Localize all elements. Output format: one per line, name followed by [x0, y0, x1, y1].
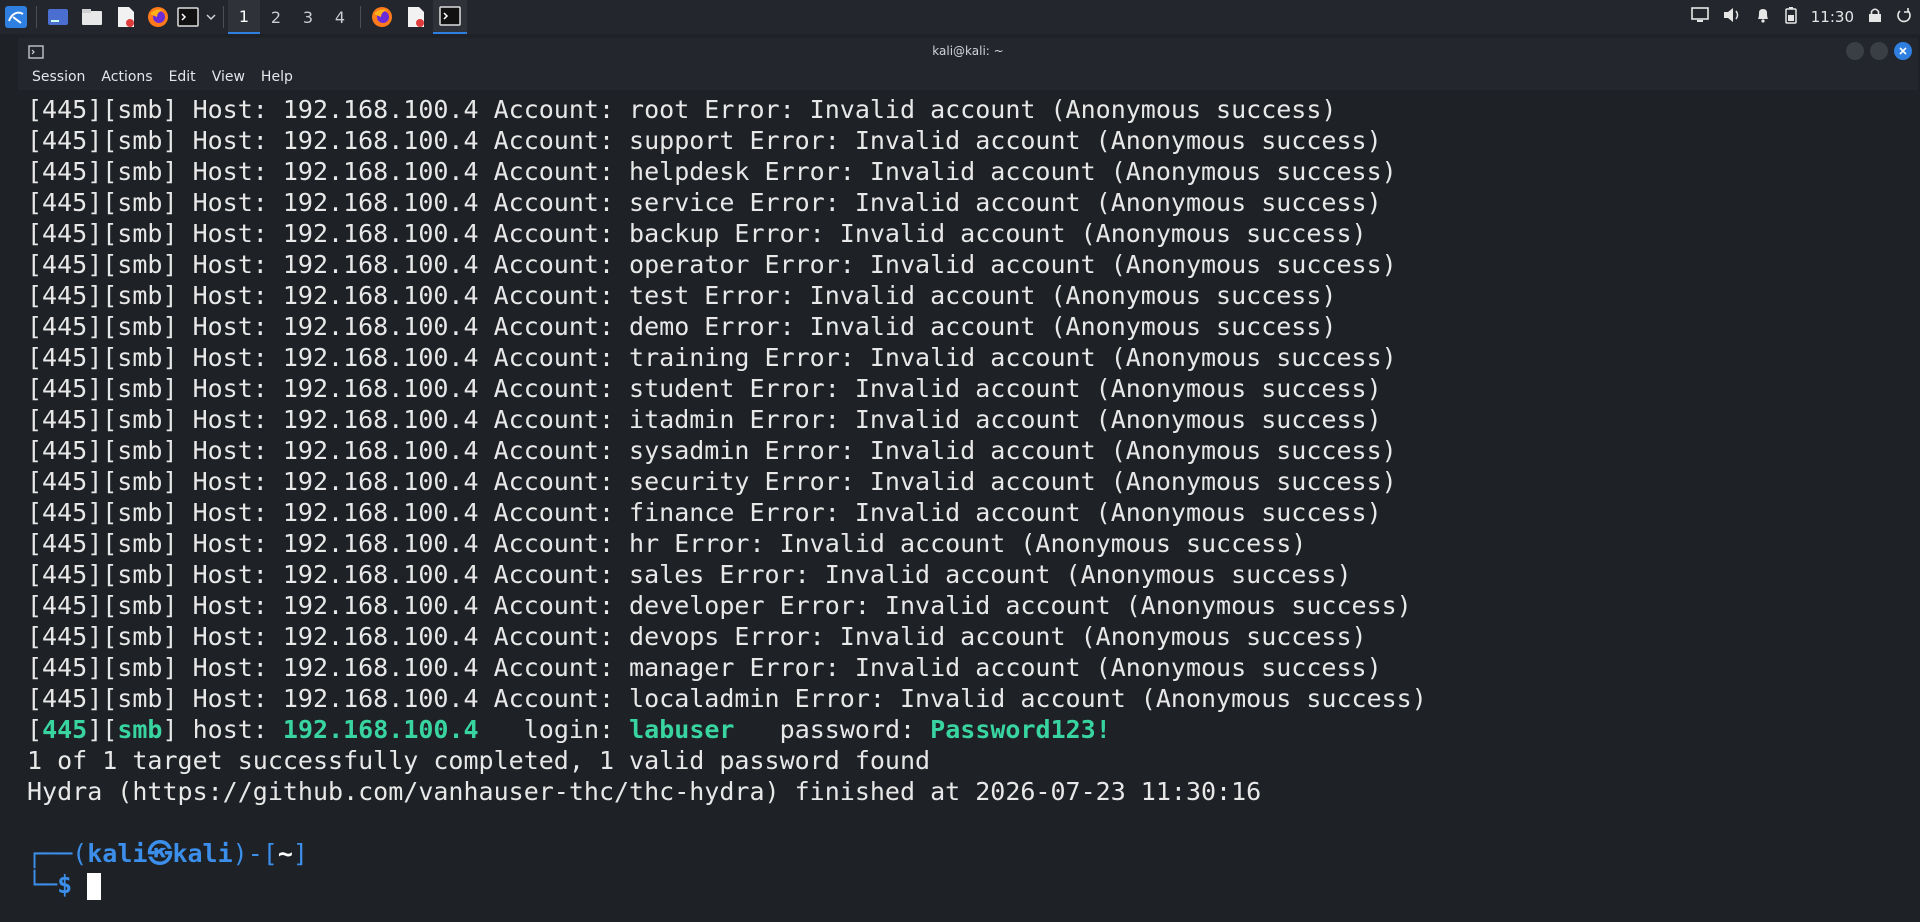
- panel-separator: [223, 6, 224, 28]
- window-titlebar[interactable]: kali@kali: ~: [18, 38, 1918, 64]
- firefox-icon: [372, 7, 392, 27]
- prompt-skull-icon: ㉿: [147, 839, 173, 868]
- terminal-output[interactable]: [445][smb] Host: 192.168.100.4 Account: …: [27, 94, 1907, 914]
- success-host: 192.168.100.4: [282, 715, 479, 744]
- host-label: host:: [192, 715, 268, 744]
- taskbar-firefox[interactable]: [365, 0, 399, 34]
- desktop-icon[interactable]: [41, 0, 75, 34]
- firefox-icon[interactable]: [143, 0, 173, 34]
- output-line: [445][smb] Host: 192.168.100.4 Account: …: [27, 343, 1397, 372]
- kali-menu-icon[interactable]: [0, 0, 32, 34]
- taskbar-terminal[interactable]: [433, 0, 467, 34]
- prompt-line: ┌──(kali㉿kali)-[~]: [27, 839, 308, 868]
- success-service: smb: [117, 715, 163, 744]
- summary-line: 1 of 1 target successfully completed, 1 …: [27, 746, 931, 775]
- output-line: [445][smb] Host: 192.168.100.4 Account: …: [27, 591, 1412, 620]
- output-line: [445][smb] Host: 192.168.100.4 Account: …: [27, 374, 1382, 403]
- text-editor-icon: [408, 7, 424, 27]
- terminal-icon: [28, 44, 44, 63]
- workspace-1[interactable]: 1: [228, 0, 260, 34]
- menu-session[interactable]: Session: [32, 69, 85, 85]
- output-line: [445][smb] Host: 192.168.100.4 Account: …: [27, 157, 1397, 186]
- panel-separator: [360, 6, 361, 28]
- output-line: [445][smb] Host: 192.168.100.4 Account: …: [27, 312, 1337, 341]
- panel-separator: [36, 6, 37, 28]
- system-tray: 11:30: [1690, 0, 1920, 34]
- output-line: [445][smb] Host: 192.168.100.4 Account: …: [27, 498, 1382, 527]
- menu-edit[interactable]: Edit: [169, 69, 196, 85]
- success-password: Password123!: [930, 715, 1111, 744]
- menu-view[interactable]: View: [212, 69, 245, 85]
- workspace-3[interactable]: 3: [292, 0, 324, 34]
- lock-icon[interactable]: [1868, 7, 1882, 27]
- maximize-button[interactable]: [1870, 42, 1888, 60]
- output-line: [445][smb] Host: 192.168.100.4 Account: …: [27, 622, 1367, 651]
- chevron-down-icon[interactable]: [203, 0, 219, 34]
- power-icon[interactable]: [1896, 7, 1912, 27]
- output-line: [445][smb] Host: 192.168.100.4 Account: …: [27, 188, 1382, 217]
- bell-icon[interactable]: [1755, 7, 1771, 27]
- output-line: [445][smb] Host: 192.168.100.4 Account: …: [27, 467, 1397, 496]
- prompt-user: kali: [87, 839, 148, 868]
- clock[interactable]: 11:30: [1811, 8, 1854, 26]
- text-editor-icon[interactable]: [109, 0, 143, 34]
- output-line: [445][smb] Host: 192.168.100.4 Account: …: [27, 684, 1427, 713]
- text-cursor: [87, 872, 102, 900]
- prompt-host: kali: [172, 839, 233, 868]
- output-line: [445][smb] Host: 192.168.100.4 Account: …: [27, 653, 1382, 682]
- window-controls: [1846, 42, 1912, 60]
- minimize-button[interactable]: [1846, 42, 1864, 60]
- success-line: [445][smb] host: 192.168.100.4 login: la…: [27, 715, 1111, 744]
- terminal-window: kali@kali: ~ Session Actions Edit View H…: [18, 38, 1918, 920]
- output-line: [445][smb] Host: 192.168.100.4 Account: …: [27, 405, 1382, 434]
- finished-line: Hydra (https://github.com/vanhauser-thc/…: [27, 777, 1262, 806]
- volume-icon[interactable]: [1723, 7, 1741, 27]
- close-icon: [1899, 47, 1907, 55]
- taskbar-text-editor[interactable]: [399, 0, 433, 34]
- battery-icon[interactable]: [1785, 6, 1797, 28]
- terminal-icon[interactable]: [173, 0, 203, 34]
- output-line: [445][smb] Host: 192.168.100.4 Account: …: [27, 126, 1382, 155]
- menu-help[interactable]: Help: [261, 69, 293, 85]
- output-line: [445][smb] Host: 192.168.100.4 Account: …: [27, 529, 1307, 558]
- prompt-dir: ~: [277, 839, 293, 868]
- output-line: [445][smb] Host: 192.168.100.4 Account: …: [27, 436, 1397, 465]
- success-port: 445: [42, 715, 88, 744]
- output-line: [445][smb] Host: 192.168.100.4 Account: …: [27, 560, 1352, 589]
- terminal-icon: [439, 6, 461, 26]
- file-manager-icon[interactable]: [75, 0, 109, 34]
- display-icon[interactable]: [1690, 7, 1709, 27]
- top-panel: 1 2 3 4 11:30: [0, 0, 1920, 34]
- output-line: [445][smb] Host: 192.168.100.4 Account: …: [27, 219, 1367, 248]
- password-label: password:: [779, 715, 916, 744]
- output-line: [445][smb] Host: 192.168.100.4 Account: …: [27, 95, 1337, 124]
- workspace-4[interactable]: 4: [324, 0, 356, 34]
- prompt-input-line[interactable]: └─$: [27, 869, 1907, 900]
- success-login: labuser: [629, 715, 735, 744]
- close-button[interactable]: [1894, 42, 1912, 60]
- menu-bar: Session Actions Edit View Help: [18, 64, 1918, 90]
- workspace-2[interactable]: 2: [260, 0, 292, 34]
- output-line: [445][smb] Host: 192.168.100.4 Account: …: [27, 250, 1397, 279]
- output-line: [445][smb] Host: 192.168.100.4 Account: …: [27, 281, 1337, 310]
- prompt-symbol: $: [57, 870, 73, 899]
- menu-actions[interactable]: Actions: [101, 69, 152, 85]
- login-label: login:: [523, 715, 615, 744]
- window-title: kali@kali: ~: [932, 44, 1004, 58]
